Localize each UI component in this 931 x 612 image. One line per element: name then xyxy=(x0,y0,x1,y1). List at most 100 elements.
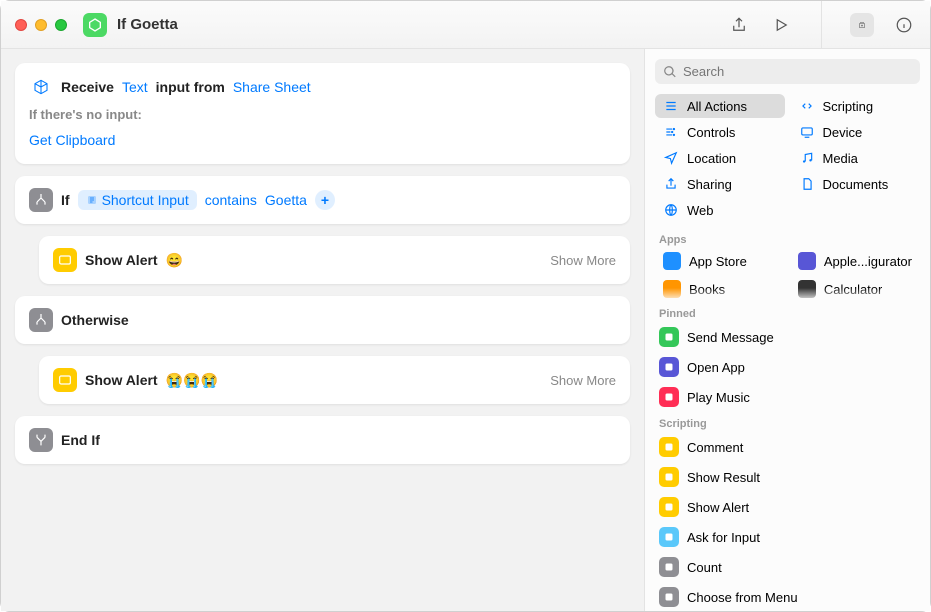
alert-action-card-2[interactable]: Show Alert 😭😭😭 Show More xyxy=(39,356,630,404)
category-icon xyxy=(799,176,815,192)
alert-emoji: 😭😭😭 xyxy=(166,372,218,389)
action-label: Comment xyxy=(687,440,743,455)
category-device[interactable]: Device xyxy=(791,120,921,144)
app-icon xyxy=(663,252,681,270)
input-source-token[interactable]: Share Sheet xyxy=(233,79,311,95)
if-value-token[interactable]: Goetta xyxy=(265,192,307,208)
minimize-window-button[interactable] xyxy=(35,19,47,31)
receive-label: Receive xyxy=(61,79,114,95)
scripting-action-count[interactable]: Count xyxy=(653,552,922,582)
scripting-action-choose-from-menu[interactable]: Choose from Menu xyxy=(653,582,922,611)
input-type-token[interactable]: Text xyxy=(122,79,148,95)
pinned-action-open-app[interactable]: Open App xyxy=(653,352,922,382)
share-button[interactable] xyxy=(727,13,751,37)
app-icon xyxy=(798,252,816,270)
category-label: Sharing xyxy=(687,177,732,192)
app-app-store[interactable]: App Store xyxy=(655,248,784,274)
if-label: If xyxy=(61,192,70,208)
titlebar: If Goetta xyxy=(1,1,930,49)
app-books[interactable]: Books xyxy=(655,276,784,302)
app-label: Apple...igurator xyxy=(824,254,912,269)
action-label: Show Result xyxy=(687,470,760,485)
category-icon xyxy=(663,124,679,140)
scripting-action-show-result[interactable]: Show Result xyxy=(653,462,922,492)
branch-icon xyxy=(29,188,53,212)
otherwise-label: Otherwise xyxy=(61,312,129,328)
action-icon xyxy=(659,467,679,487)
alert-action-card-1[interactable]: Show Alert 😄 Show More xyxy=(39,236,630,284)
scripting-action-ask-for-input[interactable]: Ask for Input xyxy=(653,522,922,552)
pinned-action-play-music[interactable]: Play Music xyxy=(653,382,922,412)
action-label: Send Message xyxy=(687,330,774,345)
scripting-action-show-alert[interactable]: Show Alert xyxy=(653,492,922,522)
receive-action-card[interactable]: Receive Text input from Share Sheet If t… xyxy=(15,63,630,164)
category-sharing[interactable]: Sharing xyxy=(655,172,785,196)
endif-card[interactable]: End If xyxy=(15,416,630,464)
search-icon xyxy=(663,65,677,79)
close-window-button[interactable] xyxy=(15,19,27,31)
action-icon xyxy=(659,357,679,377)
otherwise-card[interactable]: Otherwise xyxy=(15,296,630,344)
action-icon xyxy=(659,387,679,407)
pinned-action-send-message[interactable]: Send Message xyxy=(653,322,922,352)
category-scripting[interactable]: Scripting xyxy=(791,94,921,118)
action-label: Choose from Menu xyxy=(687,590,798,605)
action-label: Count xyxy=(687,560,722,575)
endif-label: End If xyxy=(61,432,100,448)
editor-canvas[interactable]: Receive Text input from Share Sheet If t… xyxy=(1,49,644,611)
if-action-card[interactable]: If Shortcut Input contains Goetta + xyxy=(15,176,630,224)
fallback-action-token[interactable]: Get Clipboard xyxy=(29,132,115,148)
pinned-header: Pinned xyxy=(645,302,930,322)
zoom-window-button[interactable] xyxy=(55,19,67,31)
if-variable-token[interactable]: Shortcut Input xyxy=(78,190,197,210)
category-documents[interactable]: Documents xyxy=(791,172,921,196)
app-label: Calculator xyxy=(824,282,883,297)
action-icon xyxy=(659,327,679,347)
if-operator-token[interactable]: contains xyxy=(205,192,257,208)
search-field[interactable] xyxy=(655,59,920,84)
action-icon xyxy=(659,527,679,547)
app-label: Books xyxy=(689,282,725,297)
info-button[interactable] xyxy=(892,13,916,37)
app-apple-igurator[interactable]: Apple...igurator xyxy=(790,248,920,274)
run-button[interactable] xyxy=(769,13,793,37)
search-input[interactable] xyxy=(683,64,912,79)
branch-icon xyxy=(29,308,53,332)
category-label: Documents xyxy=(823,177,889,192)
alert-label: Show Alert xyxy=(85,252,158,268)
category-controls[interactable]: Controls xyxy=(655,120,785,144)
branch-icon xyxy=(29,428,53,452)
if-variable-label: Shortcut Input xyxy=(102,192,189,208)
window-title: If Goetta xyxy=(117,16,727,33)
action-label: Open App xyxy=(687,360,745,375)
apps-header: Apps xyxy=(645,228,930,248)
show-more-button[interactable]: Show More xyxy=(550,253,616,268)
library-button[interactable] xyxy=(850,13,874,37)
category-label: Controls xyxy=(687,125,735,140)
category-icon xyxy=(799,124,815,140)
category-all-actions[interactable]: All Actions xyxy=(655,94,785,118)
category-icon xyxy=(663,176,679,192)
alert-icon xyxy=(53,368,77,392)
category-location[interactable]: Location xyxy=(655,146,785,170)
traffic-lights xyxy=(15,19,67,31)
apps-grid: App Store Apple...igurator Books Calculator xyxy=(645,248,930,302)
app-calculator[interactable]: Calculator xyxy=(790,276,920,302)
add-condition-button[interactable]: + xyxy=(315,190,335,210)
action-icon xyxy=(659,497,679,517)
category-icon xyxy=(799,98,815,114)
category-media[interactable]: Media xyxy=(791,146,921,170)
scripting-action-comment[interactable]: Comment xyxy=(653,432,922,462)
action-label: Play Music xyxy=(687,390,750,405)
alert-label: Show Alert xyxy=(85,372,158,388)
show-more-button[interactable]: Show More xyxy=(550,373,616,388)
main-area: Receive Text input from Share Sheet If t… xyxy=(1,49,930,611)
category-icon xyxy=(663,150,679,166)
category-web[interactable]: Web xyxy=(655,198,785,222)
actions-sidebar: All ActionsScripting Controls Device Locati… xyxy=(644,49,930,611)
category-icon xyxy=(663,202,679,218)
receive-icon xyxy=(29,75,53,99)
action-icon xyxy=(659,437,679,457)
category-label: Device xyxy=(823,125,863,140)
action-label: Show Alert xyxy=(687,500,749,515)
